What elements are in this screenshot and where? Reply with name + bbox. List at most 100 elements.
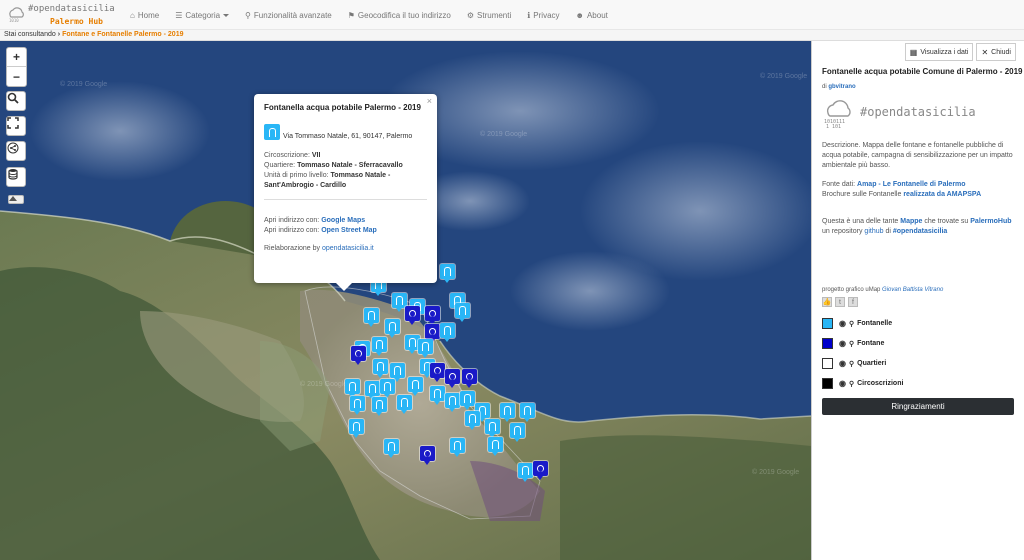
google-maps-link[interactable]: Google Maps	[321, 217, 365, 224]
caret-up-icon	[9, 196, 17, 201]
nav-about[interactable]: ☻ About	[576, 11, 608, 20]
fontana-marker[interactable]	[462, 369, 477, 388]
search-map-button[interactable]	[6, 91, 26, 111]
view-data-button[interactable]: ▦ Visualizza i dati	[904, 43, 974, 61]
nav-privacy[interactable]: ℹ Privacy	[527, 11, 559, 20]
fontana-marker[interactable]	[420, 446, 435, 465]
thanks-button[interactable]: Ringraziamenti	[822, 398, 1014, 415]
zoom-out-button[interactable]: −	[7, 67, 26, 86]
layers-button[interactable]	[6, 167, 26, 187]
nav-geocodifica[interactable]: ⚑ Geocodifica il tuo indirizzo	[348, 11, 451, 20]
fullscreen-button[interactable]	[6, 116, 26, 136]
brochure-link[interactable]: realizzata da AMAPSPA	[903, 191, 981, 198]
fountain-icon	[353, 422, 360, 431]
layer-circoscrizioni[interactable]: ◉ ⚲ Circoscrizioni	[822, 378, 903, 389]
palermohub-link[interactable]: PalermoHub	[970, 218, 1011, 225]
share-button[interactable]	[6, 141, 26, 161]
project-author-link[interactable]: Giovan Battista Vitrano	[882, 287, 943, 293]
fontanella-marker[interactable]	[373, 359, 388, 378]
fontanella-marker[interactable]	[390, 363, 405, 382]
layer-quartieri[interactable]: ◉ ⚲ Quartieri	[822, 358, 886, 369]
fontanella-marker[interactable]	[385, 319, 400, 338]
open-with-label: Apri indirizzo con:	[264, 217, 322, 224]
fontanella-marker[interactable]	[372, 337, 387, 356]
fontana-marker[interactable]	[351, 346, 366, 365]
fontanella-marker[interactable]	[465, 411, 480, 430]
close-icon[interactable]: ×	[427, 96, 432, 106]
fontana-marker[interactable]	[425, 324, 440, 343]
close-panel-button[interactable]: ✕ Chiudi	[976, 43, 1016, 61]
fonte-link[interactable]: Amap - Le Fontanelle di Palermo	[857, 181, 966, 188]
fontanella-marker[interactable]	[384, 439, 399, 458]
fontanella-marker[interactable]	[460, 391, 475, 410]
github-link[interactable]: github	[864, 228, 883, 235]
svg-text:1010: 1010	[9, 18, 19, 23]
nav-home[interactable]: ⌂ Home	[130, 11, 159, 20]
fontanella-marker[interactable]	[440, 264, 455, 283]
brand-title: #opendatasicilia	[28, 4, 115, 14]
fontanella-marker[interactable]	[349, 419, 364, 438]
fontanella-marker[interactable]	[365, 381, 380, 400]
fontana-marker[interactable]	[425, 306, 440, 325]
brand-logo[interactable]: 1010 #opendatasicilia Palermo Hub	[6, 2, 118, 28]
fountain-icon	[449, 396, 456, 405]
popup-details: Circoscrizione: VII Quartiere: Tommaso N…	[264, 151, 427, 191]
fountain-icon	[389, 322, 396, 331]
fontanella-marker[interactable]	[520, 403, 535, 422]
fontanella-marker[interactable]	[488, 437, 503, 456]
fontanella-marker[interactable]	[430, 386, 445, 405]
eye-icon[interactable]: ◉	[839, 359, 846, 368]
nav-funzionalita[interactable]: ⚲ Funzionalità avanzate	[245, 11, 332, 20]
nav-strumenti[interactable]: ⚙ Strumenti	[467, 11, 511, 20]
fontanella-marker[interactable]	[372, 397, 387, 416]
mappe-link[interactable]: Mappe	[900, 218, 922, 225]
table-icon: ▦	[909, 47, 918, 57]
osm-link[interactable]: Open Street Map	[321, 227, 377, 234]
map-watermark: © 2019 Google	[60, 81, 108, 88]
fontanella-marker[interactable]	[445, 393, 460, 412]
fontanella-marker[interactable]	[485, 419, 500, 438]
fontanella-marker[interactable]	[418, 339, 433, 358]
fontanella-marker[interactable]	[500, 403, 515, 422]
fontana-marker[interactable]	[430, 363, 445, 382]
twitter-icon[interactable]: t	[835, 297, 845, 307]
fontanella-marker[interactable]	[518, 463, 533, 482]
fontanella-marker[interactable]	[380, 379, 395, 398]
fontana-marker[interactable]	[405, 306, 420, 325]
fontanella-marker[interactable]	[364, 308, 379, 327]
like-icon[interactable]: 👍	[822, 297, 832, 307]
fontanella-marker[interactable]	[510, 423, 525, 442]
fontanella-marker[interactable]	[350, 396, 365, 415]
share-buttons: 👍 t f	[822, 297, 861, 307]
fontanella-marker[interactable]	[440, 323, 455, 342]
layer-fontanelle[interactable]: ◉ ⚲ Fontanelle	[822, 318, 892, 329]
fontanella-marker[interactable]	[408, 377, 423, 396]
zoom-in-button[interactable]: +	[7, 48, 26, 67]
credit-link[interactable]: opendatasicilia.it	[322, 245, 374, 252]
more-controls-button[interactable]	[8, 195, 24, 204]
map-canvas[interactable]: © 2019 Google © 2019 Google © 2019 Googl…	[0, 41, 811, 560]
facebook-icon[interactable]: f	[848, 297, 858, 307]
fontanella-marker[interactable]	[455, 303, 470, 322]
fontana-marker[interactable]	[445, 369, 460, 388]
eye-icon[interactable]: ◉	[839, 339, 846, 348]
eye-icon[interactable]: ◉	[839, 379, 846, 388]
zoom-to-layer-icon[interactable]: ⚲	[849, 380, 854, 388]
author-link[interactable]: gbvitrano	[828, 84, 855, 90]
fontana-marker[interactable]	[533, 461, 548, 480]
layer-fontane[interactable]: ◉ ⚲ Fontane	[822, 338, 884, 349]
fontanella-marker[interactable]	[397, 395, 412, 414]
layer-label: Circoscrizioni	[857, 380, 904, 387]
eye-icon[interactable]: ◉	[839, 319, 846, 328]
opendatasicilia-link[interactable]: #opendatasicilia	[893, 228, 947, 235]
zoom-to-layer-icon[interactable]: ⚲	[849, 360, 854, 368]
zoom-to-layer-icon[interactable]: ⚲	[849, 340, 854, 348]
breadcrumb-current[interactable]: Fontane e Fontanelle Palermo - 2019	[62, 31, 183, 38]
zoom-to-layer-icon[interactable]: ⚲	[849, 320, 854, 328]
list-icon: ☰	[175, 10, 183, 20]
fontanella-marker[interactable]	[345, 379, 360, 398]
layer-label: Fontane	[857, 340, 885, 347]
breadcrumb-prefix: Stai consultando	[4, 31, 56, 38]
fontanella-marker[interactable]	[450, 438, 465, 457]
nav-categoria[interactable]: ☰ Categoria	[175, 10, 230, 20]
